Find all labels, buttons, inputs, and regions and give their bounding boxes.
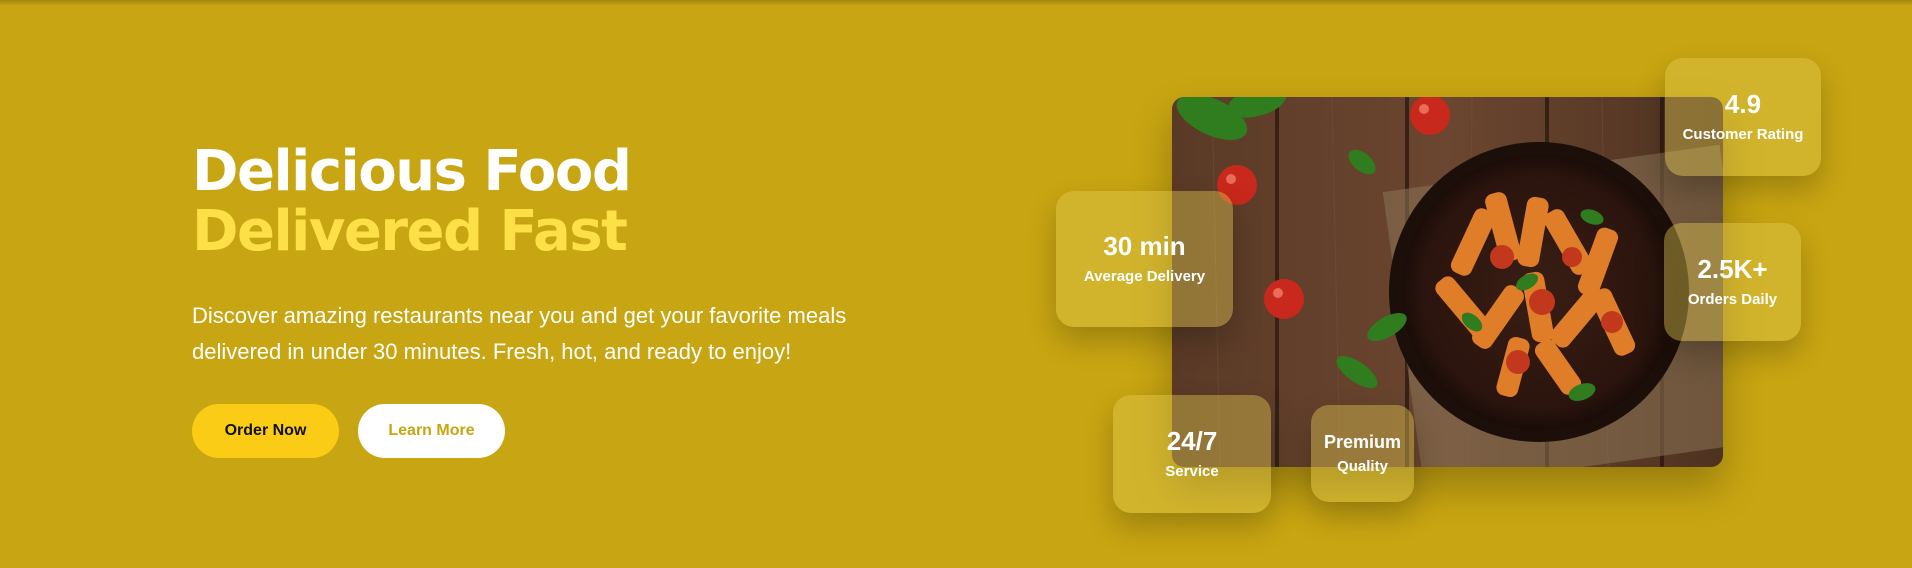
stat-value: Premium xyxy=(1323,431,1402,452)
hero-title-line-1: Delicious Food xyxy=(192,139,632,204)
stat-value: 4.9 xyxy=(1724,89,1762,119)
stat-label: Average Delivery xyxy=(1083,268,1206,285)
stat-value: 30 min xyxy=(1103,231,1186,261)
order-now-button[interactable]: Order Now xyxy=(192,404,339,458)
stat-value: 2.5K+ xyxy=(1697,254,1768,284)
hero-subtitle: Discover amazing restaurants near you an… xyxy=(192,303,847,364)
stat-card-delivery: 30 min Average Delivery xyxy=(1056,191,1233,327)
hero-title-line-2: Delivered Fast xyxy=(192,199,628,264)
stat-label: Orders Daily xyxy=(1687,291,1778,308)
header-shadow xyxy=(0,0,1912,6)
stat-card-rating: 4.9 Customer Rating xyxy=(1665,58,1821,176)
stat-label: Customer Rating xyxy=(1682,126,1804,143)
learn-more-button[interactable]: Learn More xyxy=(358,404,505,458)
hero-buttons: Order Now Learn More xyxy=(192,404,952,458)
stat-label: Quality xyxy=(1337,457,1388,475)
stat-value: 24/7 xyxy=(1166,426,1218,456)
hero-section: Delicious Food Delivered Fast Discover a… xyxy=(192,142,952,458)
stat-card-service: 24/7 Service xyxy=(1113,395,1271,513)
stat-card-orders: 2.5K+ Orders Daily xyxy=(1664,223,1801,341)
stat-card-quality: Premium Quality xyxy=(1311,405,1414,502)
stat-label: Service xyxy=(1165,463,1219,480)
